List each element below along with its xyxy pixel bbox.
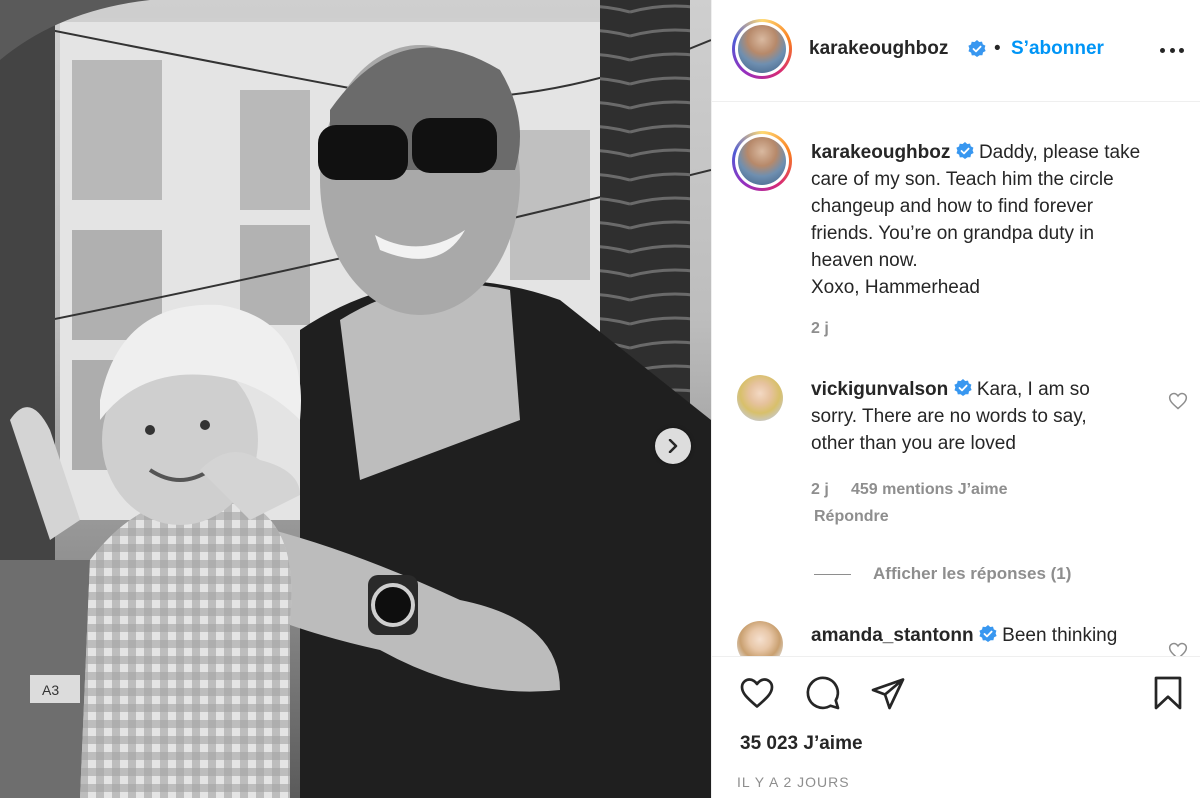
- view-replies-button[interactable]: Afficher les réponses (1): [814, 562, 1071, 586]
- caption-avatar[interactable]: [732, 131, 792, 191]
- verified-badge-icon: [953, 379, 972, 396]
- caption-line: friends. You’re on grandpa duty in: [811, 223, 1095, 244]
- next-image-button[interactable]: [655, 428, 691, 464]
- author-avatar[interactable]: [732, 19, 792, 79]
- comment-age: 2 j: [811, 481, 829, 498]
- caption-age: 2 j: [811, 320, 829, 337]
- commenter-username[interactable]: vickigunvalson: [811, 379, 948, 400]
- caption-line: care of my son. Teach him the circle: [811, 169, 1114, 190]
- caption-line: heaven now.: [811, 250, 918, 271]
- chevron-right-icon: [668, 439, 678, 453]
- verified-badge-icon: [968, 40, 986, 57]
- comment-like-heart-icon[interactable]: [1168, 641, 1188, 656]
- post-header: karakeoughboz • S’abonner: [712, 0, 1200, 102]
- save-bookmark-icon[interactable]: [1150, 675, 1186, 711]
- post-timestamp: IL Y A 2 JOURS: [737, 774, 850, 790]
- comment-like-heart-icon[interactable]: [1168, 391, 1188, 411]
- post-sidebar: karakeoughboz • S’abonner karakeoughboz …: [711, 0, 1200, 798]
- follow-button[interactable]: S’abonner: [1011, 38, 1104, 60]
- caption-text: karakeoughboz Daddy, please take care of…: [811, 139, 1189, 301]
- commenter-username[interactable]: amanda_stantonn: [811, 625, 974, 646]
- commenter-avatar[interactable]: [737, 375, 783, 421]
- view-replies-label: Afficher les réponses (1): [873, 564, 1072, 583]
- caption-line: changeup and how to find forever: [811, 196, 1094, 217]
- commenter-avatar[interactable]: [737, 621, 783, 656]
- post-photo[interactable]: A3: [0, 0, 711, 798]
- comment-bubble-icon[interactable]: [805, 675, 841, 711]
- comment-like-count[interactable]: 459 mentions J’aime: [851, 481, 1008, 499]
- comment-text: amanda_stantonn Been thinking: [811, 622, 1141, 649]
- caption-username[interactable]: karakeoughboz: [811, 142, 950, 163]
- share-send-icon[interactable]: [870, 675, 906, 711]
- comment-line: other than you are loved: [811, 433, 1016, 454]
- photo-scene: A3: [0, 0, 711, 798]
- svg-text:A3: A3: [42, 682, 59, 698]
- caption-line: Daddy, please take: [978, 142, 1141, 163]
- comment-line: Been thinking: [1002, 625, 1118, 646]
- header-separator: •: [994, 38, 1001, 59]
- comment-line: Kara, I am so: [976, 379, 1090, 400]
- reply-button[interactable]: Répondre: [814, 508, 889, 526]
- comments-list[interactable]: karakeoughboz Daddy, please take care of…: [712, 103, 1200, 656]
- caption-line: Xoxo, Hammerhead: [811, 277, 980, 298]
- comment-line: sorry. There are no words to say,: [811, 406, 1087, 427]
- action-bar: 35 023 J’aime IL Y A 2 JOURS: [712, 656, 1200, 798]
- replies-divider: [814, 573, 851, 575]
- verified-badge-icon: [979, 625, 997, 642]
- verified-badge-icon: [956, 142, 974, 159]
- like-count[interactable]: 35 023 J’aime: [740, 733, 863, 755]
- more-options-icon[interactable]: [1160, 40, 1184, 60]
- like-heart-icon[interactable]: [739, 675, 775, 711]
- comment-text: vickigunvalson Kara, I am so sorry. Ther…: [811, 376, 1141, 457]
- author-username[interactable]: karakeoughboz: [809, 38, 948, 60]
